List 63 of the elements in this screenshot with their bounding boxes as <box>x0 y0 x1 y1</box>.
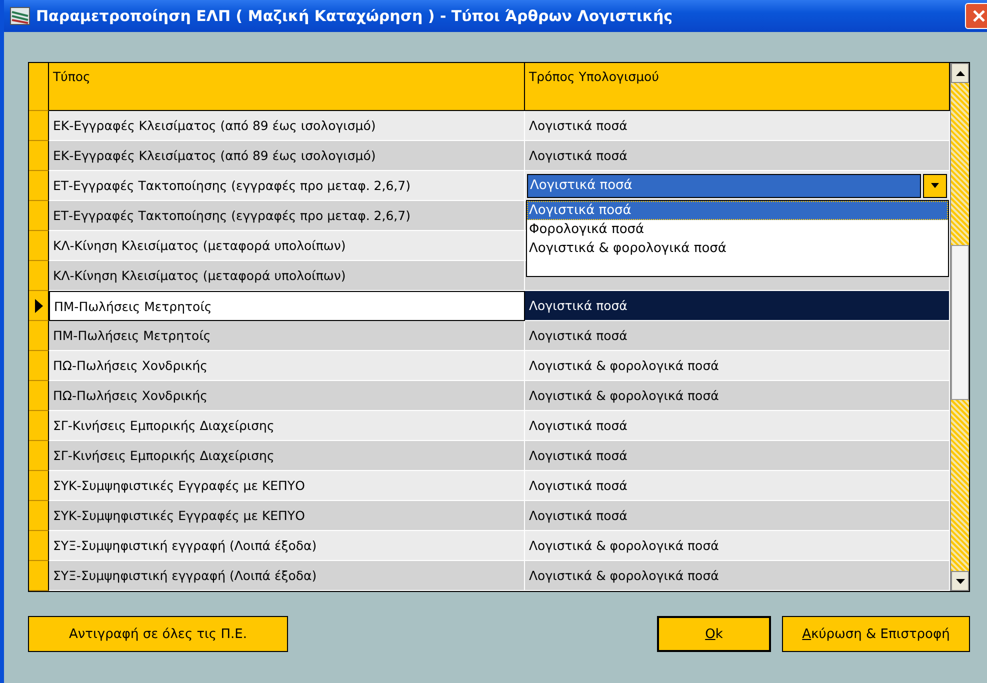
row-indicator[interactable] <box>29 201 49 231</box>
table-cell: ΣΥΞ-Συμψηφιστική εγγραφή (Λοιπά έξοδα) <box>49 561 525 591</box>
scroll-thumb[interactable] <box>951 245 969 400</box>
window-title: Παραμετροποίηση ΕΛΠ ( Μαζική Καταχώρηση ) - Τύποι Άρθρων Λογιστικής <box>36 7 674 25</box>
row-indicator[interactable] <box>29 411 49 441</box>
table-cell: Λογιστικά & φορολογικά ποσά <box>525 561 950 591</box>
table-cell: Λογιστικά & φορολογικά ποσά <box>525 531 950 561</box>
table-cell: ΠΜ-Πωλήσεις Μετρητοίς <box>49 291 525 321</box>
scroll-down-icon <box>956 578 964 584</box>
row-indicator[interactable] <box>29 471 49 501</box>
dropdown-arrow-icon <box>931 183 939 188</box>
table-cell: Λογιστικά ποσά <box>525 141 950 171</box>
calculation-dropdown[interactable]: Λογιστικά ποσά <box>525 171 950 201</box>
table-cell: ΠΩ-Πωλήσεις Χονδρικής <box>49 381 525 411</box>
ok-button[interactable]: Ok <box>657 616 771 652</box>
row-indicator[interactable] <box>29 231 49 261</box>
dropdown-option[interactable]: Λογιστικά & φορολογικά ποσά <box>527 239 948 258</box>
table-cell: ΚΛ-Κίνηση Κλεισίματος (μεταφορά υπολοίπων) <box>49 231 525 261</box>
close-button[interactable] <box>965 3 987 29</box>
dropdown-option[interactable]: Φορολογικά ποσά <box>527 220 948 239</box>
copy-button[interactable]: Αντιγραφή σε όλες τις Π.Ε. <box>28 616 288 652</box>
table-cell: ΕΚ-Εγγραφές Κλεισίματος (από 89 έως ισολογισμό) <box>49 141 525 171</box>
row-indicator[interactable] <box>29 381 49 411</box>
table-cell: ΕΚ-Εγγραφές Κλεισίματος (από 89 έως ισολογισμό) <box>49 111 525 141</box>
cancel-button[interactable]: Ακύρωση & Επιστροφή <box>782 616 970 652</box>
table-cell: ΠΩ-Πωλήσεις Χονδρικής <box>49 351 525 381</box>
table-cell: ΣΥΞ-Συμψηφιστική εγγραφή (Λοιπά έξοδα) <box>49 531 525 561</box>
dropdown-option[interactable]: Λογιστικά ποσά <box>527 201 948 220</box>
column-header[interactable]: Τύπος <box>49 63 525 111</box>
app-icon <box>10 7 30 25</box>
table-cell: ΚΛ-Κίνηση Κλεισίματος (μεταφορά υπολοίπων) <box>49 261 525 291</box>
table-cell: Λογιστικά ποσά <box>525 321 950 351</box>
table-cell: Λογιστικά & φορολογικά ποσά <box>525 381 950 411</box>
table-cell: Λογιστικά & φορολογικά ποσά <box>525 351 950 381</box>
table-cell: ΣΥΚ-Συμψηφιστικές Εγγραφές με ΚΕΠΥΟ <box>49 501 525 531</box>
row-indicator[interactable] <box>29 111 49 141</box>
row-indicator[interactable] <box>29 171 49 201</box>
table-cell: ΠΜ-Πωλήσεις Μετρητοίς <box>49 321 525 351</box>
table-cell: Λογιστικά ποσά <box>525 471 950 501</box>
table-cell: Λογιστικά ποσά <box>525 441 950 471</box>
table-cell: Λογιστικά ποσά <box>525 411 950 441</box>
table-cell: ΕΤ-Εγγραφές Τακτοποίησης (εγγραφές προ μεταφ. 2,6,7) <box>49 201 525 231</box>
table-cell: ΣΥΚ-Συμψηφιστικές Εγγραφές με ΚΕΠΥΟ <box>49 471 525 501</box>
table-cell: Λογιστικά ποσά <box>525 501 950 531</box>
table-cell: ΣΓ-Κινήσεις Εμπορικής Διαχείρισης <box>49 441 525 471</box>
row-indicator[interactable] <box>29 141 49 171</box>
row-indicator[interactable] <box>29 261 49 291</box>
row-indicator[interactable] <box>29 351 49 381</box>
current-row-icon <box>34 298 42 312</box>
row-indicator[interactable] <box>29 321 49 351</box>
row-indicator[interactable] <box>29 291 49 321</box>
scroll-up-icon <box>956 70 964 76</box>
row-indicator[interactable] <box>29 441 49 471</box>
row-indicator[interactable] <box>29 531 49 561</box>
row-indicator[interactable] <box>29 561 49 591</box>
column-header[interactable]: Τρόπος Υπολογισμού <box>525 63 950 111</box>
scrollbar[interactable] <box>950 63 969 591</box>
table-cell: Λογιστικά ποσά <box>525 291 950 321</box>
close-icon <box>972 9 986 23</box>
table-cell: ΣΓ-Κινήσεις Εμπορικής Διαχείρισης <box>49 411 525 441</box>
table-cell: Λογιστικά ποσά <box>525 111 950 141</box>
table-cell: ΕΤ-Εγγραφές Τακτοποίησης (εγγραφές προ μεταφ. 2,6,7) <box>49 171 525 201</box>
row-indicator[interactable] <box>29 501 49 531</box>
